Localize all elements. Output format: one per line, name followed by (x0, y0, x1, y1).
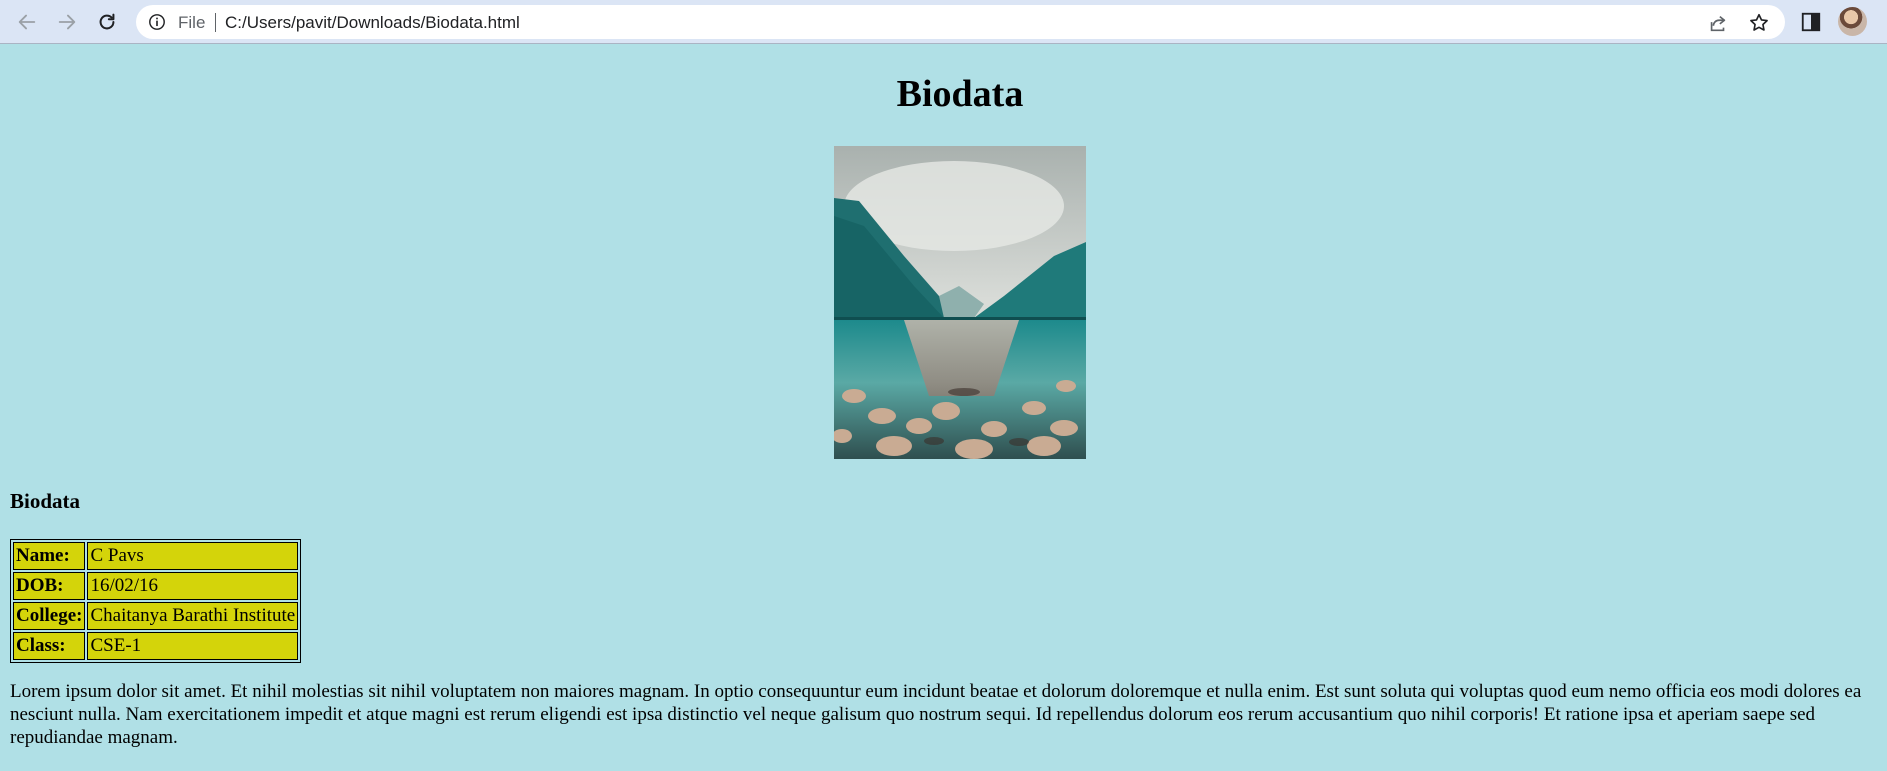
star-icon[interactable] (1748, 12, 1770, 34)
reload-button[interactable] (92, 7, 122, 37)
arrow-right-icon (58, 14, 76, 30)
biodata-table: Name: C Pavs DOB: 16/02/16 College: Chai… (10, 539, 302, 663)
row-label: Name: (13, 542, 86, 570)
page-title: Biodata (896, 73, 1024, 115)
row-value: Chaitanya Barathi Institute (87, 602, 299, 630)
back-button[interactable] (12, 7, 42, 37)
landscape-photo (834, 146, 1086, 459)
row-label: College: (13, 602, 86, 630)
row-value: 16/02/16 (87, 572, 299, 600)
browser-toolbar: File C:/Users/pavit/Downloads/Biodata.ht… (0, 0, 1887, 44)
section-heading: Biodata (10, 489, 81, 513)
url-text[interactable]: C:/Users/pavit/Downloads/Biodata.html (225, 13, 520, 33)
reload-icon (99, 13, 115, 30)
address-bar[interactable]: File C:/Users/pavit/Downloads/Biodata.ht… (136, 5, 1785, 39)
row-value: C Pavs (87, 542, 299, 570)
side-panel-icon[interactable] (1800, 11, 1822, 33)
avatar[interactable] (1838, 7, 1867, 36)
row-value: CSE-1 (87, 632, 299, 660)
share-icon[interactable] (1707, 12, 1729, 34)
info-icon[interactable] (148, 13, 166, 31)
row-label: Class: (13, 632, 86, 660)
table-row: Name: C Pavs (13, 542, 299, 570)
arrow-left-icon (18, 14, 36, 30)
url-divider (215, 13, 216, 32)
forward-button[interactable] (52, 7, 82, 37)
table-row: Class: CSE-1 (13, 632, 299, 660)
row-label: DOB: (13, 572, 86, 600)
url-scheme-label: File (178, 13, 206, 32)
table-row: College: Chaitanya Barathi Institute (13, 602, 299, 630)
table-row: DOB: 16/02/16 (13, 572, 299, 600)
lorem-paragraph: Lorem ipsum dolor sit amet. Et nihil mol… (10, 681, 1862, 748)
